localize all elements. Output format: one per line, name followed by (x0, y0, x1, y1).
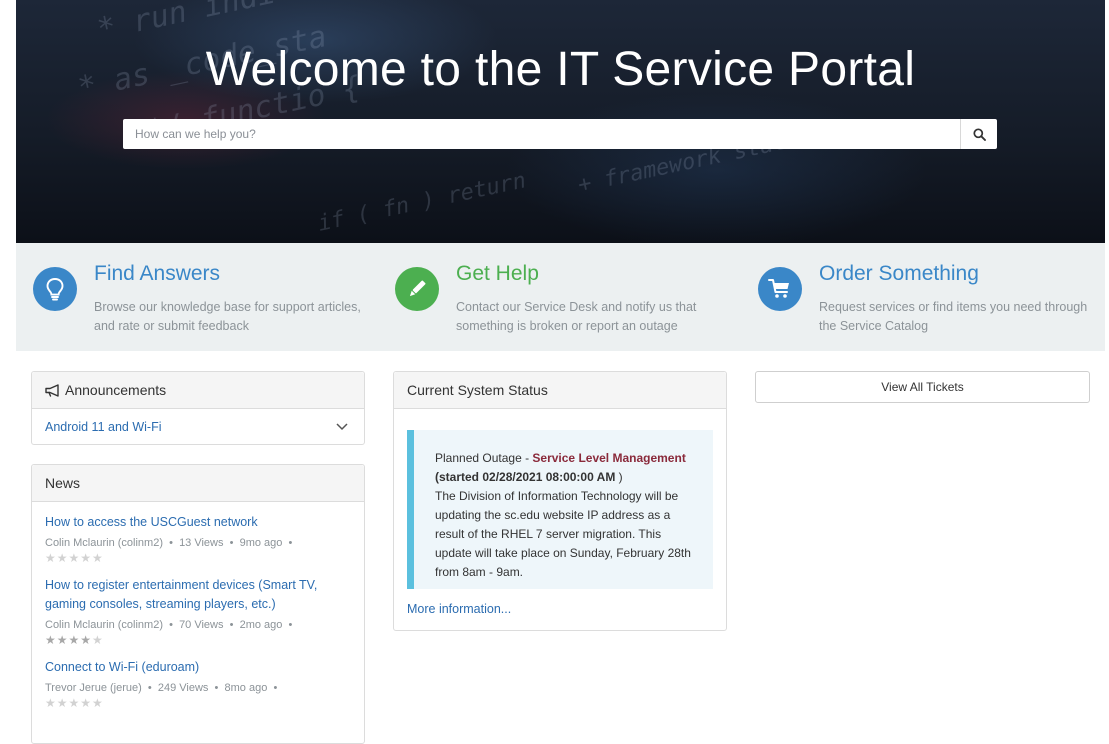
panel-title: News (45, 475, 81, 491)
bullhorn-icon (45, 383, 59, 397)
announcement-item[interactable]: Android 11 and Wi-Fi (32, 409, 364, 445)
feature-links-band: Find Answers Browse our knowledge base f… (16, 243, 1105, 351)
feature-title[interactable]: Get Help (456, 262, 539, 286)
more-information-link[interactable]: More information... (407, 602, 511, 616)
panel-header: News (32, 465, 364, 502)
list-item: How to access the USCGuest network Colin… (45, 513, 351, 565)
news-panel: News How to access the USCGuest network … (31, 464, 365, 744)
cart-icon (758, 267, 802, 311)
feature-description: Request services or find items you need … (819, 300, 1088, 333)
announcements-panel: Announcements Android 11 and Wi-Fi (31, 371, 365, 445)
lightbulb-icon (33, 267, 77, 311)
search-input[interactable] (123, 119, 959, 149)
news-list: How to access the USCGuest network Colin… (32, 502, 364, 710)
list-item: Connect to Wi-Fi (eduroam) Trevor Jerue … (45, 658, 351, 710)
feature-description: Contact our Service Desk and notify us t… (456, 300, 697, 333)
star-rating: ★★★★★ (45, 696, 104, 710)
page-title: Welcome to the IT Service Portal (205, 43, 916, 96)
news-title-link[interactable]: How to register entertainment devices (S… (45, 576, 351, 614)
announcement-link[interactable]: Android 11 and Wi-Fi (45, 420, 162, 434)
background-code-text: if ( fn ) return (315, 168, 529, 237)
more-information: More information... (407, 600, 511, 618)
news-author: Colin Mclaurin (colinm2) (45, 537, 163, 549)
news-title-link[interactable]: How to access the USCGuest network (45, 513, 351, 532)
search-icon (972, 127, 986, 141)
view-all-tickets-label: View All Tickets (881, 380, 964, 394)
outage-type: Planned Outage - (435, 451, 533, 465)
chevron-down-icon[interactable] (336, 423, 348, 431)
news-age: 8mo ago (224, 682, 268, 694)
news-views: 249 Views (157, 682, 209, 694)
pencil-icon (395, 267, 439, 311)
search-button[interactable] (960, 119, 997, 149)
news-views: 13 Views (179, 537, 224, 549)
system-status-panel: Current System Status Planned Outage - S… (393, 371, 727, 631)
hero-banner: * run indi * as _code_sta */ functio { +… (16, 0, 1105, 243)
feature-title[interactable]: Order Something (819, 262, 979, 286)
news-meta: Colin Mclaurin (colinm2) • 70 Views • 2m… (45, 619, 293, 631)
search-bar (123, 119, 997, 149)
news-meta: Colin Mclaurin (colinm2) • 13 Views • 9m… (45, 537, 293, 549)
star-rating: ★★★★★ (45, 633, 104, 647)
panel-header: Announcements (32, 372, 364, 409)
news-title-link[interactable]: Connect to Wi-Fi (eduroam) (45, 658, 351, 677)
panel-title: Announcements (65, 382, 167, 398)
panel-title: Current System Status (407, 382, 548, 398)
outage-start-time: (started 02/28/2021 08:00:00 AM (435, 470, 616, 484)
news-age: 9mo ago (239, 537, 283, 549)
news-age: 2mo ago (239, 619, 283, 631)
outage-service-name: Service Level Management (532, 451, 686, 465)
panel-header: Current System Status (394, 372, 726, 409)
news-meta: Trevor Jerue (jerue) • 249 Views • 8mo a… (45, 682, 278, 694)
outage-notice: Planned Outage - Service Level Managemen… (407, 430, 713, 589)
feature-title[interactable]: Find Answers (94, 262, 220, 286)
list-item: How to register entertainment devices (S… (45, 576, 351, 647)
outage-description: The Division of Information Technology w… (435, 489, 691, 579)
news-author: Trevor Jerue (jerue) (45, 682, 142, 694)
feature-description: Browse our knowledge base for support ar… (94, 300, 361, 333)
news-author: Colin Mclaurin (colinm2) (45, 619, 163, 631)
view-all-tickets-button[interactable]: View All Tickets (755, 371, 1090, 403)
outage-start-close: ) (615, 470, 623, 484)
star-rating: ★★★★★ (45, 551, 104, 565)
news-views: 70 Views (179, 619, 224, 631)
